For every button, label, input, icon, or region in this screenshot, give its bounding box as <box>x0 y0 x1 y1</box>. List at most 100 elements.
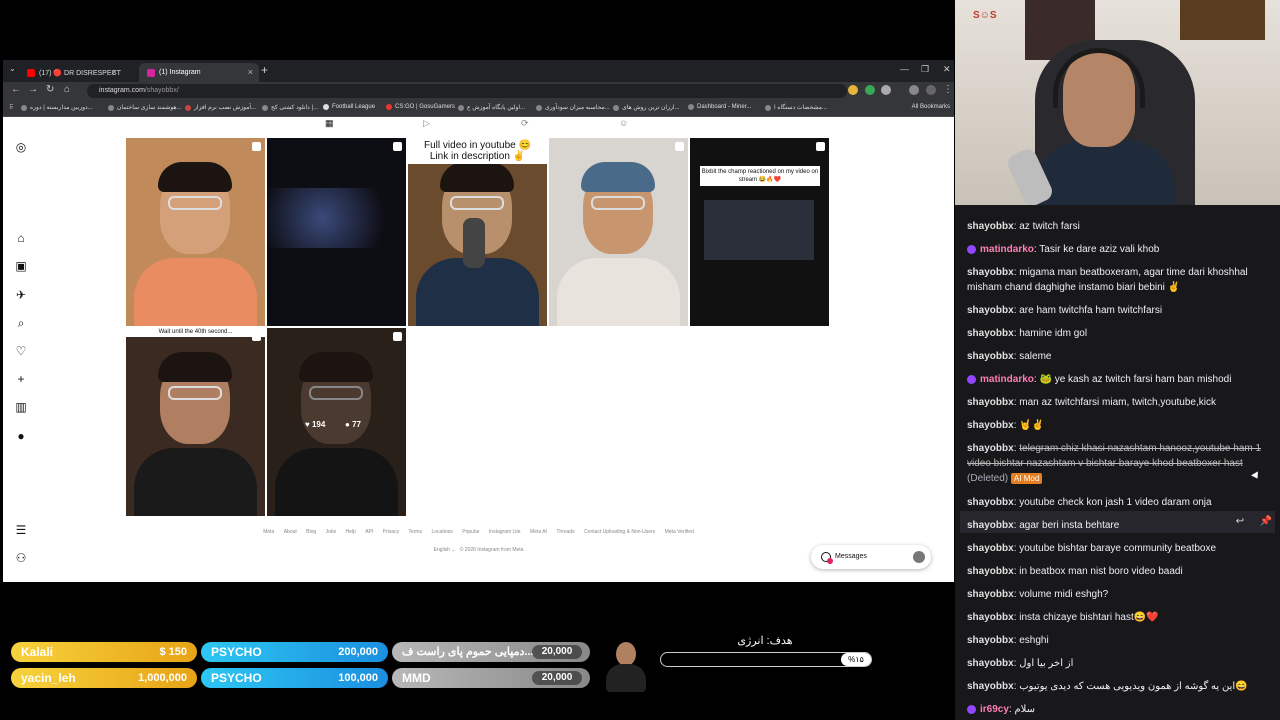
footer-link[interactable]: Terms <box>408 529 422 535</box>
chat-message[interactable]: shayobbx: 🤘✌️ <box>967 418 1277 433</box>
chat-username[interactable]: shayobbx <box>967 351 1014 362</box>
tab-instagram[interactable]: (1) Instagram × <box>139 63 259 82</box>
forward-button[interactable]: → <box>28 84 38 95</box>
footer-link[interactable]: Help <box>346 529 356 535</box>
chat-message[interactable]: shayobbx: man az twitchfarsi miam, twitc… <box>967 395 1277 410</box>
chat-message[interactable]: matindarko: 🐸 ye kash az twitch farsi ha… <box>967 372 1277 387</box>
reels-icon[interactable]: ▣ <box>14 259 28 273</box>
bookmark-item[interactable]: هوشمند سازی ساختمان... <box>108 104 182 111</box>
chat-message[interactable]: shayobbx: hamine idm gol <box>967 326 1277 341</box>
chat-username[interactable]: shayobbx <box>967 681 1014 692</box>
footer-link[interactable]: About <box>284 529 297 535</box>
extension-icon[interactable] <box>848 85 858 95</box>
extension-icon[interactable] <box>865 85 875 95</box>
minimize-button[interactable]: — <box>900 64 909 74</box>
footer-link[interactable]: Instagram Lite <box>489 529 521 535</box>
all-bookmarks-button[interactable]: All Bookmarks <box>912 104 950 110</box>
chat-username[interactable]: shayobbx <box>967 443 1014 454</box>
footer-link[interactable]: Meta Verified <box>665 529 694 535</box>
bookmark-item[interactable]: آموزش نصب نرم افزار... <box>185 104 256 111</box>
profile-avatar[interactable]: ● <box>14 429 28 443</box>
posts-grid-icon[interactable]: ▦ <box>325 118 334 129</box>
messages-button[interactable]: Messages <box>811 545 931 569</box>
chat-username[interactable]: ir69cy <box>980 704 1009 715</box>
footer-link[interactable]: API <box>365 529 373 535</box>
chat-username[interactable]: shayobbx <box>967 328 1014 339</box>
download-icon[interactable] <box>909 85 919 95</box>
chat-message[interactable]: shayobbx: in beatbox man nist boro video… <box>967 564 1277 579</box>
post-thumbnail[interactable] <box>549 138 688 326</box>
chat-username[interactable]: shayobbx <box>967 635 1014 646</box>
bookmark-item[interactable]: ارزان ترین روش های... <box>613 104 680 111</box>
footer-link[interactable]: Jobs <box>326 529 337 535</box>
footer-link[interactable]: Popular <box>462 529 479 535</box>
reels-tab-icon[interactable]: ▷ <box>423 118 430 129</box>
chat-username[interactable]: shayobbx <box>967 397 1014 408</box>
chat-message[interactable]: shayobbx: eshghi <box>967 633 1277 648</box>
bookmark-item[interactable]: دوربین مداربسته | دوره... <box>21 104 93 111</box>
reposts-tab-icon[interactable]: ⟳ <box>521 118 529 129</box>
chat-username[interactable]: shayobbx <box>967 267 1014 278</box>
post-thumbnail[interactable] <box>126 138 265 326</box>
footer-link[interactable]: Threads <box>556 529 574 535</box>
home-icon[interactable]: ⌂ <box>64 84 70 95</box>
bookmark-item[interactable]: Football League <box>323 104 375 110</box>
chat-username[interactable]: shayobbx <box>967 566 1014 577</box>
footer-link[interactable]: Privacy <box>383 529 399 535</box>
chat-message[interactable]: matindarko: Tasir ke dare aziz vali khob <box>967 242 1277 257</box>
post-thumbnail[interactable]: ♥ 194 ● 77 <box>267 328 406 516</box>
apps-icon[interactable]: ⠿ <box>9 104 13 111</box>
notifications-heart-icon[interactable]: ♡ <box>14 344 28 358</box>
close-tab-icon[interactable]: × <box>112 67 117 77</box>
also-from-meta-icon[interactable]: ⚇ <box>14 551 28 565</box>
post-thumbnail[interactable]: Bixbit the champ reactioned on my video … <box>690 138 829 326</box>
dashboard-icon[interactable]: ▥ <box>14 400 28 414</box>
language-select[interactable]: English <box>434 547 450 553</box>
post-thumbnail[interactable] <box>267 138 406 326</box>
tab-search-icon[interactable]: ⌄ <box>9 64 16 73</box>
chat-username[interactable]: shayobbx <box>967 658 1014 669</box>
post-thumbnail[interactable]: Full video in youtube 😊 Link in descript… <box>408 138 547 326</box>
chat-username[interactable]: matindarko <box>980 244 1034 255</box>
profile-avatar[interactable] <box>926 85 936 95</box>
chat-message[interactable]: shayobbx: youtube check kon jash 1 video… <box>967 495 1277 510</box>
maximize-button[interactable]: ❐ <box>921 64 929 75</box>
chat-username[interactable]: shayobbx <box>967 543 1014 554</box>
bookmark-item[interactable]: Dashboard - Miner... <box>688 104 751 110</box>
chat-message[interactable]: shayobbx: agar beri insta behtare <box>967 518 1277 533</box>
chat-username[interactable]: shayobbx <box>967 520 1014 531</box>
chat-message[interactable]: shayobbx: telegram chiz khasi nazashtam … <box>967 441 1277 486</box>
instagram-logo-icon[interactable]: ◎ <box>14 140 28 154</box>
chat-username[interactable]: shayobbx <box>967 589 1014 600</box>
close-window-button[interactable]: ✕ <box>943 64 951 75</box>
chat-message[interactable]: shayobbx: از اخر بیا اول <box>967 656 1277 671</box>
chat-message[interactable]: shayobbx: این یه گوشه از همون ویدیویی هس… <box>967 679 1277 694</box>
create-icon[interactable]: + <box>14 372 28 386</box>
chat-message[interactable]: shayobbx: youtube bishtar baraye communi… <box>967 541 1277 556</box>
chat-username[interactable]: shayobbx <box>967 305 1014 316</box>
chat-message[interactable]: shayobbx: az twitch farsi <box>967 219 1277 234</box>
chat-message[interactable]: ir69cy: سلام <box>967 702 1277 717</box>
chat-message[interactable]: shayobbx: volume midi eshgh? <box>967 587 1277 602</box>
bookmark-item[interactable]: دانلود کشتی کج |... <box>262 104 318 111</box>
footer-link[interactable]: Contact Uploading & Non-Users <box>584 529 655 535</box>
chat-username[interactable]: shayobbx <box>967 420 1014 431</box>
chat-username[interactable]: matindarko <box>980 374 1034 385</box>
footer-link[interactable]: Meta AI <box>530 529 547 535</box>
post-thumbnail[interactable]: Wait until the 40th second... <box>126 328 265 516</box>
explore-icon[interactable]: ✈ <box>14 288 28 302</box>
address-bar[interactable]: instagram.com/shayobbx/ <box>87 84 847 98</box>
close-tab-icon[interactable]: × <box>248 67 253 77</box>
chat-message[interactable]: shayobbx: are ham twitchfa ham twitchfar… <box>967 303 1277 318</box>
new-tab-button[interactable]: + <box>261 63 268 77</box>
extensions-puzzle-icon[interactable] <box>881 85 891 95</box>
chat-message[interactable]: shayobbx: insta chizaye bishtari hast😄❤️ <box>967 610 1277 625</box>
tab-twitch[interactable]: (17) 🔴 DR DISRESPECT - TARI × <box>19 63 123 82</box>
chat-username[interactable]: shayobbx <box>967 612 1014 623</box>
chat-message[interactable]: shayobbx: migama man beatboxeram, agar t… <box>967 265 1277 295</box>
footer-link[interactable]: Blog <box>306 529 316 535</box>
home-icon[interactable]: ⌂ <box>14 231 28 245</box>
search-icon[interactable]: ⌕ <box>14 316 28 330</box>
chat-username[interactable]: shayobbx <box>967 497 1014 508</box>
menu-icon[interactable]: ⋮ <box>943 84 953 95</box>
